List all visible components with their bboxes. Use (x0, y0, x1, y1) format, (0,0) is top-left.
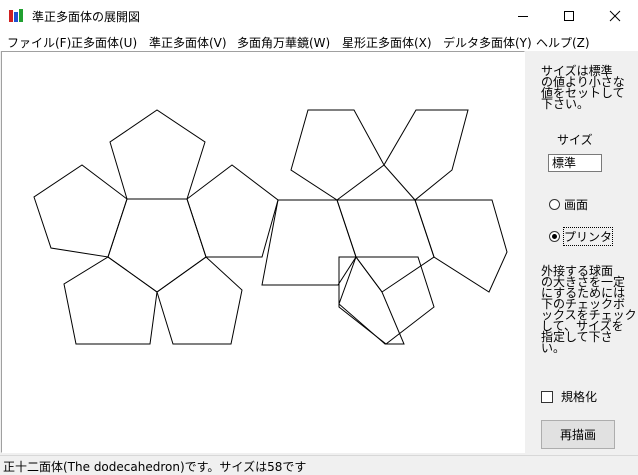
net-face (33, 164, 128, 258)
menu-kaleidoscope[interactable]: 多面角万華鏡(W) (237, 34, 330, 51)
net-face (414, 199, 508, 293)
menu-stellated-polyhedra[interactable]: 星形正多面体(X) (342, 34, 432, 51)
menu-semiregular-polyhedra[interactable]: 準正多面体(V) (149, 34, 227, 51)
radio-screen-circle[interactable] (549, 199, 560, 210)
status-bar: 正十二面体(The dodecahedron)です。サイズは58です (0, 455, 638, 474)
minimize-icon (518, 15, 528, 17)
title-bar: 準正多面体の展開図 (0, 0, 638, 31)
minimize-button[interactable] (500, 0, 546, 31)
menu-regular-polyhedra[interactable]: 正多面体(U) (71, 34, 137, 51)
radio-screen-label: 画面 (564, 198, 589, 212)
net-face (383, 109, 469, 201)
net-face (290, 109, 385, 201)
dodecahedron-net (33, 109, 508, 345)
maximize-icon (564, 10, 574, 21)
net-face (63, 256, 158, 345)
net-face (156, 256, 243, 345)
normalize-label: 規格化 (561, 390, 598, 404)
radio-printer-circle[interactable] (549, 231, 560, 242)
net-face (186, 164, 279, 258)
radio-screen[interactable]: 画面 (549, 196, 588, 213)
menu-help[interactable]: ヘルプ(Z) (536, 34, 590, 51)
maximize-button[interactable] (546, 0, 592, 31)
app-icon (8, 8, 24, 27)
radio-printer-label: プリンタ (562, 227, 614, 246)
normalize-note: 外接する球面 の大きさを一定 にするためには 下のチェックボ ックスをチェック … (541, 264, 637, 355)
drawing-canvas (1, 51, 525, 453)
size-label: サイズ (557, 133, 593, 147)
window-title: 準正多面体の展開図 (32, 10, 141, 24)
normalize-checkbox[interactable] (541, 390, 553, 403)
menu-bar: ファイル(F) 正多面体(U) 準正多面体(V) 多面角万華鏡(W) 星形正多面… (0, 31, 638, 51)
redraw-button[interactable]: 再描画 (541, 420, 615, 449)
net-face (261, 199, 357, 286)
size-input[interactable]: 標準 (548, 154, 602, 172)
menu-file[interactable]: ファイル(F) (7, 34, 71, 51)
close-button[interactable] (592, 0, 638, 31)
net-face (109, 109, 206, 200)
normalize-checkbox-row[interactable]: 規格化 (541, 388, 597, 405)
menu-deltahedra[interactable]: デルタ多面体(Y) (443, 34, 532, 51)
net-face (338, 256, 435, 345)
close-icon (609, 10, 621, 21)
status-text: 正十二面体(The dodecahedron)です。サイズは58です (3, 460, 307, 474)
size-instruction: サイズは標準 の値より小さな 値をセットして 下さい。 (541, 64, 625, 111)
net-face (338, 255, 405, 345)
radio-printer[interactable]: プリンタ (549, 227, 614, 246)
